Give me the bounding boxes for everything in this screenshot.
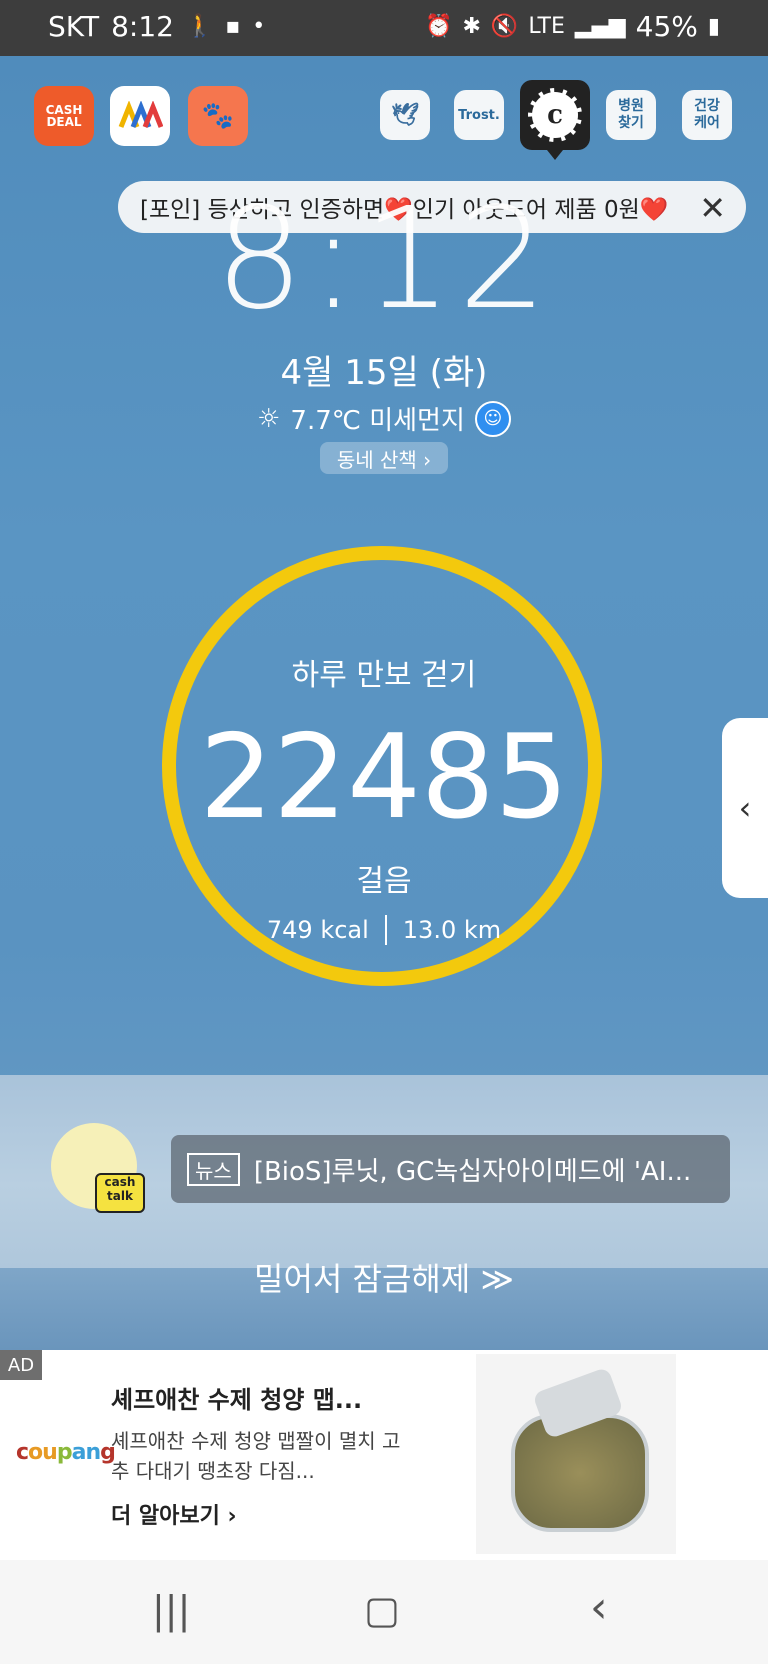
- home-icon[interactable]: ▢: [364, 1588, 400, 1632]
- news-ticker[interactable]: 뉴스 [BioS]루닛, GC녹십자아이메드에 'AI...: [171, 1135, 730, 1203]
- wing-app-icon[interactable]: 🕊: [380, 90, 430, 140]
- trost-app-icon[interactable]: Trost.: [454, 90, 504, 140]
- distance-value: 13.0 km: [402, 916, 502, 944]
- calorie-value: 749 kcal: [266, 916, 369, 944]
- battery-percent: 45%: [635, 10, 698, 43]
- mute-icon: 🔇: [490, 14, 519, 39]
- lockscreen-date: 4월 15일 (화): [280, 353, 488, 393]
- step-count: 22485: [199, 710, 569, 845]
- cashwalk-app-icon[interactable]: c: [520, 80, 590, 160]
- status-bar: SKT 8:12 🚶 ▪ • ⏰ ✱ 🔇 LTE ▂▄▆ 45% ▮: [0, 0, 768, 56]
- ad-description: 셰프애찬 수제 청양 맵짤이 멸치 고추 다대기 땡초장 다짐...: [111, 1429, 401, 1483]
- weather-text: 7.7℃ 미세먼지: [290, 406, 465, 436]
- ad-learn-more[interactable]: 더 알아보기 ›: [111, 1498, 237, 1530]
- alarm-icon: ⏰: [425, 14, 453, 39]
- swipe-to-unlock[interactable]: 밀어서 잠금해제 ≫: [0, 1254, 768, 1300]
- sun-icon: ☼: [257, 403, 281, 434]
- news-tag: 뉴스: [187, 1152, 240, 1186]
- app-shortcut-bar: CASH DEAL 🐾 🕊 Trost. c 병원 찾기 건강 케어: [0, 80, 768, 174]
- battery-icon: ▮: [707, 14, 720, 39]
- cashdeal-app-icon[interactable]: CASH DEAL: [34, 86, 94, 146]
- hospital-find-app-icon[interactable]: 병원 찾기: [606, 90, 656, 140]
- recent-apps-icon[interactable]: |||: [152, 1588, 190, 1632]
- chevron-left-icon: ‹: [738, 789, 752, 827]
- neighborhood-walk-button[interactable]: 동네 산책 ›: [320, 442, 448, 474]
- status-time: 8:12: [111, 10, 174, 43]
- lockscreen-clock: 8:12: [214, 178, 554, 341]
- lte-icon: LTE: [528, 14, 565, 39]
- cashtalk-avatar[interactable]: cash talk: [51, 1123, 145, 1213]
- paw-app-icon[interactable]: 🐾: [188, 86, 248, 146]
- coupang-logo: coupang: [16, 1440, 116, 1465]
- ad-product-image[interactable]: [476, 1354, 676, 1554]
- bluetooth-icon: ✱: [462, 14, 481, 39]
- weather-row: ☼ 7.7℃ 미세먼지 ☺: [0, 400, 768, 437]
- step-ring-title: 하루 만보 걷기: [291, 658, 477, 693]
- ad-label: AD: [0, 1350, 42, 1380]
- news-headline: [BioS]루닛, GC녹십자아이메드에 'AI...: [253, 1156, 692, 1187]
- navigation-bar: ||| ▢ ‹: [0, 1560, 768, 1664]
- back-icon[interactable]: ‹: [590, 1582, 608, 1633]
- side-panel-handle[interactable]: ‹: [722, 718, 768, 898]
- ad-banner[interactable]: AD coupang 셰프애찬 수제 청양 맵... 셰프애찬 수제 청양 맵짤…: [0, 1350, 768, 1560]
- ad-title: 셰프애찬 수제 청양 맵...: [111, 1386, 363, 1414]
- signal-icon: ▂▄▆: [574, 14, 626, 39]
- step-unit: 걸음: [356, 864, 412, 899]
- mm-app-icon[interactable]: [110, 86, 170, 146]
- notification-icon: ▪: [225, 14, 241, 39]
- smiley-icon: ☺: [474, 400, 511, 437]
- carrier-label: SKT: [48, 10, 100, 43]
- cashtalk-bubble: cash talk: [95, 1173, 145, 1213]
- walk-icon: 🚶: [185, 14, 214, 39]
- step-stats: 749 kcal 13.0 km: [0, 915, 768, 945]
- stats-divider: [384, 915, 387, 945]
- coin-icon: c: [528, 88, 582, 142]
- health-care-app-icon[interactable]: 건강 케어: [682, 90, 732, 140]
- dot-icon: •: [252, 14, 266, 39]
